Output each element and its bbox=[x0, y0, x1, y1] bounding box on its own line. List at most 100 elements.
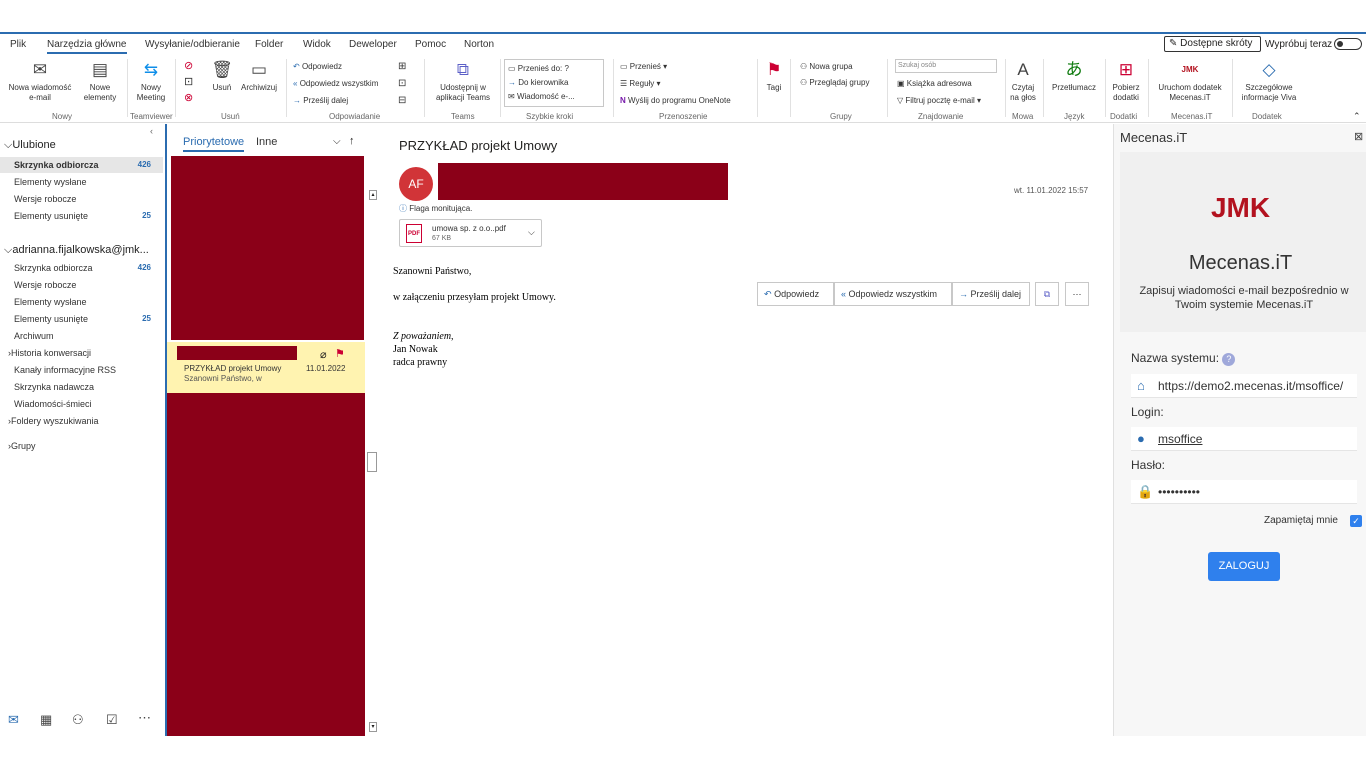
message-subject: PRZYKŁAD projekt Umowy bbox=[399, 138, 558, 153]
tab-help[interactable]: Pomoc bbox=[415, 39, 446, 50]
translate-button[interactable]: あ Przetłumacz bbox=[1049, 59, 1099, 93]
tab-other[interactable]: Inne bbox=[256, 136, 277, 148]
acc-sent[interactable]: Elementy wysłane bbox=[14, 297, 87, 307]
tasks-icon[interactable]: ☑ bbox=[106, 712, 118, 728]
teams-share-button[interactable]: ⧉ bbox=[1035, 282, 1059, 306]
acc-deleted[interactable]: Elementy usunięte bbox=[14, 314, 88, 324]
junk-icon[interactable]: ⊗ bbox=[184, 93, 193, 104]
rules-button[interactable]: ☰ Reguły ▾ bbox=[620, 78, 661, 89]
new-items-button[interactable]: ▤ Nowe elementy bbox=[78, 59, 122, 103]
tab-file[interactable]: Plik bbox=[10, 39, 26, 50]
acc-outbox[interactable]: Skrzynka nadawcza bbox=[14, 382, 94, 392]
tab-home[interactable]: Narzędzia główne bbox=[47, 39, 127, 54]
read-aloud-icon: A bbox=[1017, 60, 1029, 79]
system-name-input[interactable]: ⌂ https://demo2.mecenas.it/msoffice/ bbox=[1131, 374, 1357, 398]
acc-inbox[interactable]: Skrzynka odbiorcza bbox=[14, 263, 93, 273]
acc-rss[interactable]: Kanały informacyjne RSS bbox=[14, 365, 116, 375]
im-reply-icon[interactable]: ⊡ bbox=[398, 78, 406, 89]
filter-dropdown-icon[interactable]: ⌵ bbox=[333, 136, 341, 147]
acc-junk[interactable]: Wiadomości-śmieci bbox=[14, 399, 92, 409]
avatar[interactable]: AF bbox=[399, 167, 433, 201]
flag-icon[interactable]: ⚑ bbox=[335, 347, 345, 360]
quick-step-team-email[interactable]: ✉ Wiadomość e-... bbox=[508, 91, 575, 102]
reply-ribbon-button[interactable]: ↶ Odpowiedz bbox=[293, 61, 342, 72]
address-book-button[interactable]: ▣ Książka adresowa bbox=[897, 78, 972, 89]
quick-step-move[interactable]: ▭ Przenieś do: ? bbox=[508, 63, 569, 74]
fav-sent[interactable]: Elementy wysłane bbox=[14, 177, 87, 187]
fav-drafts[interactable]: Wersje robocze bbox=[14, 194, 76, 204]
share-teams-button[interactable]: ⧉ Udostępnij w aplikacji Teams bbox=[430, 59, 496, 103]
search-people-input[interactable]: Szukaj osób bbox=[895, 59, 997, 73]
fav-deleted[interactable]: Elementy usunięte bbox=[14, 211, 88, 221]
scroll-thumb[interactable] bbox=[367, 452, 377, 472]
meeting-reply-icon[interactable]: ⊞ bbox=[398, 61, 406, 72]
scroll-up-icon[interactable]: ▴ bbox=[369, 190, 377, 200]
groups-node[interactable]: ›Grupy bbox=[8, 441, 36, 451]
filter-email-button[interactable]: ▽ Filtruj pocztę e-mail ▾ bbox=[897, 95, 981, 106]
chevron-down-icon[interactable]: ⌵ bbox=[528, 227, 535, 238]
mail-icon[interactable]: ✉ bbox=[8, 712, 19, 728]
tab-folder[interactable]: Folder bbox=[255, 39, 283, 50]
reply-button[interactable]: ↶ Odpowiedz bbox=[757, 282, 834, 306]
forward-ribbon-button[interactable]: → Prześlij dalej bbox=[293, 95, 348, 106]
attachment[interactable]: PDF umowa sp. z o.o..pdf 67 KB ⌵ bbox=[399, 219, 542, 247]
tab-developer[interactable]: Deweloper bbox=[349, 39, 397, 50]
close-icon[interactable]: ⊠ bbox=[1354, 130, 1363, 143]
archive-button[interactable]: ▭ Archiwizuj bbox=[237, 59, 281, 93]
new-meeting-button[interactable]: ⇆ Nowy Meeting bbox=[131, 59, 171, 103]
tab-view[interactable]: Widok bbox=[303, 39, 331, 50]
quick-step-manager[interactable]: → Do kierownika bbox=[508, 77, 568, 88]
ignore-icon[interactable]: ⊘ bbox=[184, 61, 193, 72]
shortcuts-button[interactable]: ✎ Dostępne skróty bbox=[1164, 36, 1261, 52]
help-icon[interactable]: ? bbox=[1222, 353, 1236, 366]
login-input[interactable]: ● msoffice bbox=[1131, 427, 1357, 451]
remember-me-checkbox[interactable]: ✓ bbox=[1350, 515, 1362, 527]
browse-groups-button[interactable]: ⚇ Przeglądaj grupy bbox=[800, 77, 869, 88]
tags-button[interactable]: ⚑ Tagi bbox=[762, 59, 786, 93]
more-respond-icon[interactable]: ⊟ bbox=[398, 95, 406, 106]
groups-node-label: Grupy bbox=[11, 441, 36, 451]
viva-insights-button[interactable]: ◇ Szczegółowe informacje Viva bbox=[1236, 59, 1302, 103]
lock-icon: 🔒 bbox=[1137, 484, 1154, 499]
collapse-pane-icon[interactable]: ‹ bbox=[150, 126, 153, 136]
home-icon: ⌂ bbox=[1137, 378, 1145, 393]
new-items-icon: ▤ bbox=[91, 60, 109, 79]
cleanup-icon[interactable]: ⊡ bbox=[184, 77, 193, 88]
new-group-button[interactable]: ⚇ Nowa grupa bbox=[800, 61, 853, 72]
calendar-icon[interactable]: ▦ bbox=[40, 712, 52, 728]
new-email-button[interactable]: ✉ Nowa wiadomość e-mail bbox=[4, 59, 76, 103]
more-actions-button[interactable]: ⋯ bbox=[1065, 282, 1089, 306]
reply-ribbon-label: Odpowiedz bbox=[301, 62, 342, 71]
onenote-button[interactable]: N Wyślij do programu OneNote bbox=[620, 95, 731, 106]
reply-all-ribbon-button[interactable]: « Odpowiedz wszystkim bbox=[293, 78, 378, 89]
password-input[interactable]: 🔒 •••••••••• bbox=[1131, 480, 1357, 504]
group-icon: ⚇ bbox=[800, 62, 808, 71]
scroll-down-icon[interactable]: ▾ bbox=[369, 722, 377, 732]
favorites-header[interactable]: ⌵Ulubione bbox=[4, 139, 56, 152]
people-icon[interactable]: ⚇ bbox=[72, 712, 84, 728]
reply-all-button[interactable]: « Odpowiedz wszystkim bbox=[834, 282, 952, 306]
read-aloud-button[interactable]: A Czytaj na głos bbox=[1008, 59, 1038, 103]
acc-drafts[interactable]: Wersje robocze bbox=[14, 280, 76, 290]
acc-conversation-history[interactable]: ›Historia konwersacji bbox=[8, 348, 91, 358]
fav-inbox[interactable]: Skrzynka odbiorcza bbox=[14, 160, 99, 170]
onenote-label: Wyślij do programu OneNote bbox=[628, 96, 731, 105]
login-button[interactable]: ZALOGUJ bbox=[1208, 552, 1280, 581]
acc-search-folders[interactable]: ›Foldery wyszukiwania bbox=[8, 416, 99, 426]
forward-button[interactable]: → Prześlij dalej bbox=[952, 282, 1030, 306]
scrollbar[interactable]: ▴ ▾ bbox=[367, 188, 379, 736]
delete-button[interactable]: 🗑 Usuń bbox=[208, 59, 236, 93]
get-addins-button[interactable]: ⊞ Pobierz dodatki bbox=[1109, 59, 1143, 103]
acc-archive[interactable]: Archiwum bbox=[14, 331, 54, 341]
tab-norton[interactable]: Norton bbox=[464, 39, 494, 50]
tab-focused[interactable]: Priorytetowe bbox=[183, 136, 245, 152]
account-header[interactable]: ⌵adrianna.fijalkowska@jmk... bbox=[4, 244, 154, 257]
tab-send-receive[interactable]: Wysyłanie/odbieranie bbox=[145, 39, 240, 50]
try-now-toggle[interactable] bbox=[1334, 38, 1362, 50]
sort-arrow-icon[interactable]: ↑ bbox=[349, 135, 355, 147]
launch-mecenas-button[interactable]: JMK Uruchom dodatek Mecenas.iT bbox=[1152, 59, 1228, 103]
selected-message-row[interactable]: ⌀ ⚑ PRZYKŁAD projekt Umowy 11.01.2022 Sz… bbox=[167, 342, 365, 393]
more-icon[interactable]: ⋯ bbox=[138, 710, 151, 726]
move-button[interactable]: ▭ Przenieś ▾ bbox=[620, 61, 667, 72]
collapse-ribbon-icon[interactable]: ⌃ bbox=[1353, 111, 1361, 122]
